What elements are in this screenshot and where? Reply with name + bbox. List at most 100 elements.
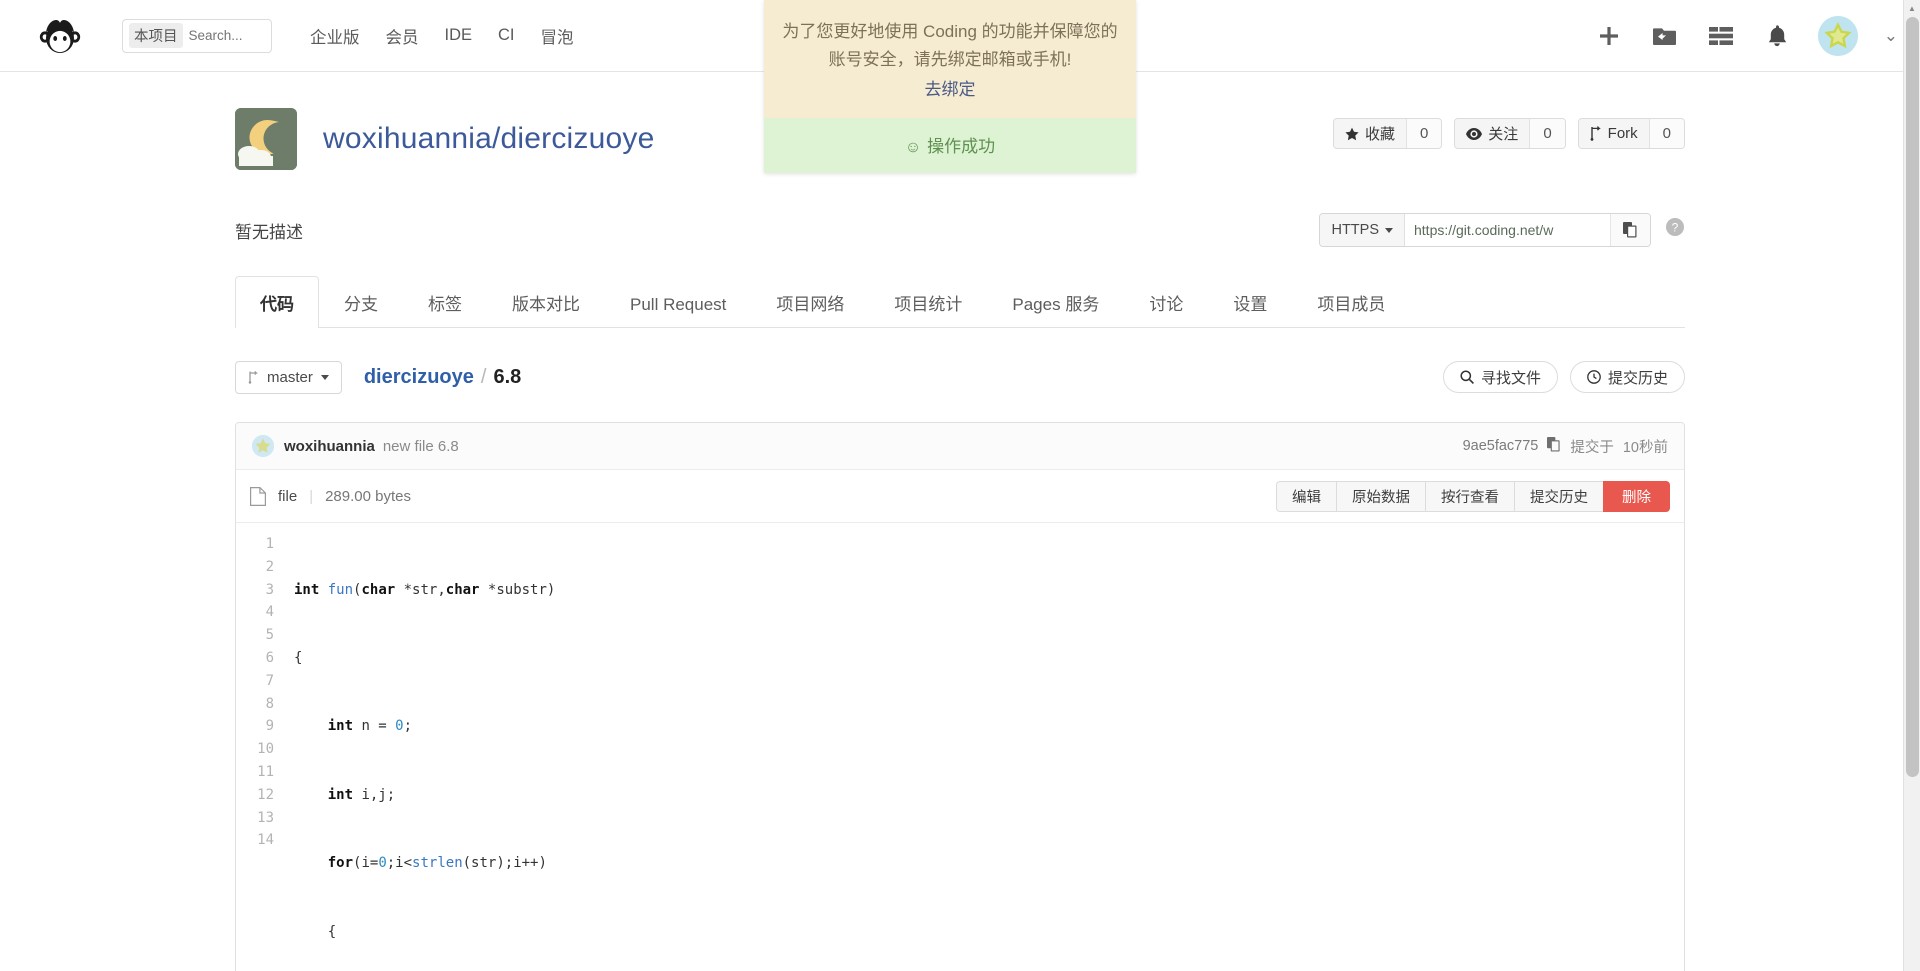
chevron-down-icon[interactable]: ⌄ [1884,26,1898,46]
file-action-buttons: 编辑 原始数据 按行查看 提交历史 删除 [1276,480,1670,512]
plus-icon[interactable] [1594,21,1624,51]
line-number-gutter: 1 2 3 4 5 6 7 8 9 10 11 12 13 14 [236,533,284,971]
star-button[interactable]: 收藏 0 [1332,118,1443,149]
search-scope-chip[interactable]: 本项目 [129,23,183,48]
breadcrumb-repo[interactable]: diercizuoye [364,366,474,388]
fork-button[interactable]: Fork 0 [1577,118,1685,149]
scroll-up-arrow[interactable]: ▲ [1904,0,1920,17]
tab-network[interactable]: 项目网络 [751,276,869,328]
commit-time: 10秒前 [1622,439,1668,456]
description-row: 暂无描述 HTTPS https://git.coding.net/w ? [235,210,1685,250]
tab-pull-request[interactable]: Pull Request [605,281,751,328]
code-lines[interactable]: int fun(char *str,char *substr) { int n … [284,533,1684,971]
nav-link-enterprise[interactable]: 企业版 [310,24,360,48]
scrollbar-thumb[interactable] [1906,17,1919,777]
tab-compare[interactable]: 版本对比 [487,276,605,328]
tab-discussion[interactable]: 讨论 [1124,276,1208,328]
search-input[interactable] [186,27,273,44]
line-number: 6 [265,649,274,666]
commit-bar: woxihuannia new file 6.8 9ae5fac775 提交于 … [236,423,1684,470]
search-icon [1460,370,1474,384]
user-avatar[interactable] [1817,16,1858,56]
branch-bar: master diercizuoye/6.8 寻找文件 提交历史 [235,358,1685,396]
task-list-icon[interactable] [1706,21,1736,51]
commit-author-name[interactable]: woxihuannia [284,438,375,455]
clone-url-input[interactable] [1405,214,1610,246]
clone-protocol-select[interactable]: HTTPS [1320,214,1405,246]
watch-label: 关注 [1488,126,1519,143]
repo-full-name[interactable]: woxihuannia/diercizuoye [323,122,654,156]
commit-author-avatar [252,435,274,457]
commit-sha[interactable]: 9ae5fac775 [1463,438,1539,454]
watch-count: 0 [1529,119,1565,148]
commit-message: new file 6.8 [382,437,459,455]
tab-statistics[interactable]: 项目统计 [869,276,987,328]
line-number: 11 [257,763,274,780]
copy-icon[interactable] [1610,214,1650,246]
star-count: 0 [1405,119,1442,148]
fork-icon [1590,126,1601,141]
clock-icon [1587,370,1601,384]
star-icon [1345,127,1359,140]
chevron-down-icon [1385,227,1393,233]
breadcrumb-separator: / [480,365,487,388]
line-number: 12 [257,786,274,803]
coding-monkey-logo[interactable] [34,14,86,58]
svg-text:?: ? [1672,221,1679,235]
page-root: 本项目 企业版 会员 IDE CI 冒泡 [0,0,1920,971]
nav-link-bubble[interactable]: 冒泡 [541,24,574,48]
commit-history-label: 提交历史 [1607,369,1668,387]
repo-tab-bar: 代码 分支 标签 版本对比 Pull Request 项目网络 项目统计 Pag… [235,276,1685,328]
folder-share-icon[interactable] [1650,21,1680,51]
find-file-button[interactable]: 寻找文件 [1442,361,1558,393]
tab-members[interactable]: 项目成员 [1292,276,1410,328]
repo-avatar-moon [235,108,297,170]
branch-selector[interactable]: master [235,360,342,394]
watch-button-label-wrap: 关注 [1455,119,1530,148]
eye-icon [1466,127,1483,140]
global-search-box[interactable]: 本项目 [122,18,273,53]
delete-button[interactable]: 删除 [1603,480,1670,512]
nav-link-member[interactable]: 会员 [386,24,419,48]
file-history-button[interactable]: 提交历史 [1514,480,1603,512]
repo-description: 暂无描述 [235,222,303,242]
clone-box: HTTPS [1319,213,1651,247]
tab-pages-service[interactable]: Pages 服务 [987,276,1124,328]
find-file-label: 寻找文件 [1480,369,1541,387]
repo-stat-buttons: 收藏 0 关注 0 Fork 0 [1332,118,1685,149]
nav-link-ide[interactable]: IDE [445,26,473,45]
tab-branches[interactable]: 分支 [319,276,403,328]
file-panel: woxihuannia new file 6.8 9ae5fac775 提交于 … [235,422,1685,971]
line-number: 7 [265,672,274,689]
edit-button[interactable]: 编辑 [1276,480,1336,512]
code-line: { [294,649,303,666]
blame-button[interactable]: 按行查看 [1425,480,1514,512]
warning-line-1: 为了您更好地使用 Coding 的功能并保障您的 [782,22,1118,41]
top-nav-links: 企业版 会员 IDE CI 冒泡 [310,24,574,48]
file-bar: file | 289.00 bytes 编辑 原始数据 按行查看 提交历史 删除 [236,470,1684,523]
line-number: 8 [265,695,274,712]
branch-icon [248,370,258,384]
commit-time-prefix: 提交于 [1570,439,1614,456]
commit-history-button[interactable]: 提交历史 [1569,361,1685,393]
warning-line-2: 账号安全，请先绑定邮箱或手机! [828,49,1072,69]
line-number: 2 [265,558,274,575]
copy-icon[interactable] [1547,436,1561,456]
commit-meta: 9ae5fac775 提交于 10秒前 [1463,436,1668,457]
tab-settings[interactable]: 设置 [1208,276,1292,328]
watch-button[interactable]: 关注 0 [1454,118,1566,149]
line-number: 14 [257,832,274,849]
tab-code[interactable]: 代码 [235,276,319,328]
tab-tags[interactable]: 标签 [403,276,487,328]
raw-data-button[interactable]: 原始数据 [1336,480,1425,512]
line-number: 9 [265,718,274,735]
bell-icon[interactable] [1762,21,1792,51]
go-bind-link[interactable]: 去绑定 [782,76,1118,104]
clone-protocol-label: HTTPS [1331,222,1379,238]
page-scrollbar[interactable]: ▲ [1903,0,1920,971]
nav-link-ci[interactable]: CI [498,26,515,45]
code-line: int fun(char *str,char *substr) [294,581,556,598]
star-label: 收藏 [1364,126,1395,143]
success-text: 操作成功 [927,136,996,156]
help-icon[interactable]: ? [1665,217,1685,243]
